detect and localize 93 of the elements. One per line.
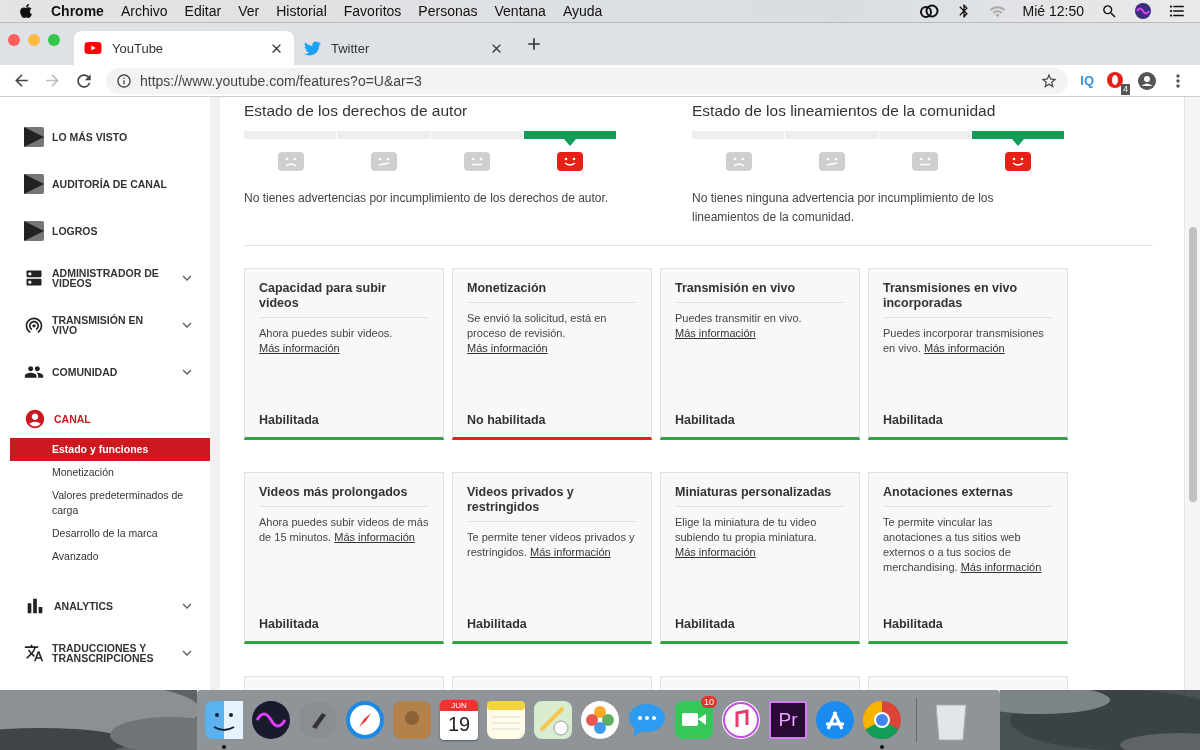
card-status: Habilitada (675, 617, 736, 631)
siri-icon[interactable] (1135, 3, 1151, 19)
sidebar-subitem[interactable]: Valores predeterminados de carga (10, 484, 210, 522)
sidebar-item[interactable]: AUDITORÍA DE CANAL (0, 160, 210, 207)
info-icon (116, 72, 132, 89)
premiere-icon[interactable]: Pr (769, 701, 807, 739)
calendar-icon[interactable]: JUN 19 (440, 700, 478, 740)
sidebar-item[interactable]: ANALYTICS (0, 582, 210, 629)
card-status: Habilitada (259, 413, 320, 427)
notification-badge: 10 (701, 696, 717, 708)
browser-tab[interactable]: Twitter (294, 31, 514, 65)
notepad-icon[interactable] (486, 700, 526, 740)
iq-icon (24, 173, 44, 194)
sidebar-item[interactable]: TRANSMISIÓN EN VIVO (0, 301, 210, 348)
calendar-month: JUN (440, 700, 478, 711)
menu-item[interactable]: Historial (276, 3, 327, 19)
card-title: Miniaturas personalizadas (675, 485, 845, 507)
scrollbar-thumb[interactable] (1188, 227, 1197, 502)
cloud-icon[interactable] (918, 4, 939, 18)
card-description: Te permite tener videos privados y restringidos. Más información (467, 530, 636, 560)
sidebar-item[interactable]: LOGROS (0, 207, 210, 254)
card-status: Habilitada (883, 617, 944, 631)
video-call-icon[interactable] (674, 700, 714, 740)
menu-item[interactable]: Editar (184, 3, 222, 19)
menu-item[interactable]: Personas (418, 3, 478, 19)
sidebar-item[interactable]: COMUNIDAD (0, 348, 210, 395)
sidebar-item[interactable]: TRADUCCIONES Y TRANSCRIPCIONES (0, 629, 210, 676)
menu-item[interactable]: Archivo (120, 3, 168, 19)
card-status: No habilitada (467, 413, 547, 427)
clock: Mié 12:50 (1022, 3, 1084, 19)
status-message: No tienes ninguna advertencia por incumplimiento de los lineamientos de la comunidad. (692, 190, 995, 226)
menu-item[interactable]: Ayuda (562, 3, 603, 19)
card-description: Puedes incorporar transmisiones en vivo. Más información (883, 326, 1045, 356)
compass-icon[interactable] (345, 700, 385, 740)
sidebar-subitem[interactable]: Estado y funciones (10, 438, 210, 461)
back-icon[interactable] (12, 71, 31, 90)
app-store-icon[interactable] (815, 700, 855, 740)
sidebar-subitem[interactable]: Desarrollo de la marca (10, 522, 210, 545)
address-bar[interactable]: https://www.youtube.com/features?o=U&ar=3 (106, 67, 1069, 94)
card-status: Habilitada (259, 617, 320, 631)
search-icon[interactable] (1101, 2, 1118, 20)
bird-icon (304, 39, 321, 57)
profile-icon[interactable] (1138, 71, 1156, 90)
more-info-link[interactable]: Más información (334, 531, 415, 543)
menu-item[interactable]: Ventana (494, 3, 546, 19)
status-message: No tienes advertencias por incumplimiento de los derechos de autor. (244, 190, 610, 207)
card-title: Capacidad para subir videos (259, 281, 429, 318)
sidebar-subitem[interactable]: Avanzado (10, 545, 210, 568)
menu-item[interactable]: Ver (238, 3, 260, 19)
finder-icon[interactable] (204, 700, 244, 740)
more-info-link[interactable]: Más información (675, 327, 756, 339)
iq-icon (24, 220, 44, 241)
card-description: Te permite vincular las anotaciones a tus sitios web externos o a tus socios de merchandising. Más información (883, 515, 1043, 575)
more-info-link[interactable]: Más información (675, 546, 756, 558)
iq-icon (24, 126, 44, 147)
card-title: Transmisiones en vivo incorporadas (883, 281, 1053, 318)
more-info-link[interactable]: Más información (259, 342, 340, 354)
card-title: Anotaciones externas (883, 485, 1053, 507)
card-title: Monetización (467, 281, 637, 303)
more-info-link[interactable]: Más información (924, 342, 1005, 354)
account-icon (24, 407, 46, 430)
flower-icon[interactable] (580, 700, 620, 740)
map-icon[interactable] (533, 700, 573, 740)
app-menu[interactable]: Chrome (51, 3, 104, 19)
card-description: Se envió la solicitud, está en proceso de revisión. Más información (467, 311, 608, 356)
card-description: Ahora puedes subir videos. Más información (259, 326, 394, 356)
menu-item[interactable]: Favoritos (343, 3, 402, 19)
card-title: Videos más prolongados (259, 485, 429, 507)
sidebar-subitem[interactable]: Monetización (10, 461, 210, 484)
card-title: Transmisión en vivo (675, 281, 845, 303)
card-status: Habilitada (675, 413, 736, 427)
extension-badge: 4 (1121, 83, 1130, 95)
more-info-link[interactable]: Más información (467, 342, 548, 354)
card-description: Elige la miniatura de tu video subiendo tu propia miniatura. Más información (675, 515, 818, 560)
calendar-day: 19 (447, 711, 471, 738)
card-title: Videos privados y restringidos (467, 485, 637, 522)
play-icon (84, 39, 102, 57)
card-description: Ahora puedes subir videos de más de 15 minutos. Más información (259, 515, 429, 545)
card-status: Habilitada (883, 413, 944, 427)
card-status: Habilitada (467, 617, 528, 631)
sidebar-item[interactable]: LO MÁS VISTO (0, 113, 210, 160)
url-text: https://www.youtube.com/features?o=U&ar=3 (140, 72, 422, 89)
section-title: Estado de los derechos de autor (244, 101, 469, 121)
apple-icon[interactable] (18, 3, 34, 19)
more-info-link[interactable]: Más información (960, 561, 1042, 573)
card-description: Puedes transmitir en vivo. Más información (675, 311, 803, 341)
section-title: Estado de los lineamientos de la comunidad (692, 101, 997, 121)
chrome-icon[interactable] (862, 700, 902, 740)
siri-icon[interactable] (251, 700, 291, 740)
browser-tab[interactable]: YouTube (74, 31, 294, 65)
translate-icon (24, 642, 44, 663)
sidebar-item[interactable]: ADMINISTRADOR DE VIDEOS (0, 254, 210, 301)
more-info-link[interactable]: Más información (530, 546, 611, 558)
